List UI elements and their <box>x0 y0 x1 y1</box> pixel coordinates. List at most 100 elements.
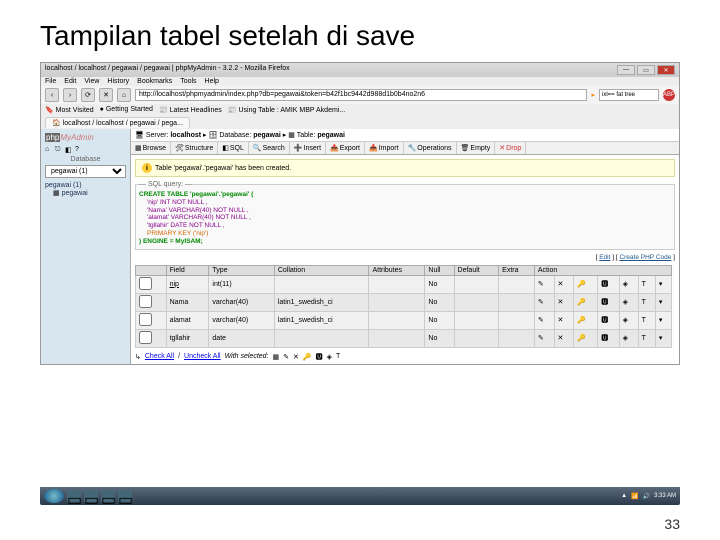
check-all-link[interactable]: Check All <box>145 353 174 360</box>
browser-tab[interactable]: 🏠 localhost / localhost / pegawai / pega… <box>45 117 190 128</box>
url-bar[interactable]: http://localhost/phpmyadmin/index.php?db… <box>135 89 587 101</box>
menu-tools[interactable]: Tools <box>180 78 196 85</box>
bookmark-getting-started[interactable]: ● Getting Started <box>100 106 153 114</box>
forward-button[interactable]: › <box>63 88 77 102</box>
menubar: File Edit View History Bookmarks Tools H… <box>41 77 679 86</box>
exit-icon[interactable]: ⎋ <box>55 146 63 154</box>
sql-icon[interactable]: ◧ <box>65 146 73 154</box>
more-icon[interactable]: ▾ <box>655 329 671 347</box>
sel-index-icon[interactable]: ◈ <box>327 353 332 361</box>
database-label: Database <box>45 156 126 163</box>
maximize-button[interactable]: ▭ <box>637 65 655 75</box>
drop-icon[interactable]: ✕ <box>554 293 574 311</box>
tab-search[interactable]: 🔍Search <box>249 142 290 154</box>
tab-export[interactable]: 📤Export <box>326 142 365 154</box>
index-icon[interactable]: ◈ <box>619 311 638 329</box>
menu-edit[interactable]: Edit <box>64 78 76 85</box>
row-checkbox[interactable] <box>139 331 152 344</box>
table-row: nip int(11) No ✎✕🔑🆄◈T▾ <box>136 275 672 293</box>
tab-sql[interactable]: ◧SQL <box>218 142 249 154</box>
index-icon[interactable]: ◈ <box>619 275 638 293</box>
db-link[interactable]: pegawai (1) <box>45 182 82 189</box>
abp-icon[interactable]: ABP <box>663 89 675 101</box>
primary-icon[interactable]: 🔑 <box>574 275 598 293</box>
home-icon[interactable]: ⌂ <box>45 146 53 154</box>
unique-icon[interactable]: 🆄 <box>598 293 619 311</box>
fulltext-icon[interactable]: T <box>638 275 655 293</box>
tab-drop[interactable]: ✕Drop <box>495 142 526 154</box>
docs-icon[interactable]: ? <box>75 146 83 154</box>
fulltext-icon[interactable]: T <box>638 329 655 347</box>
edit-icon[interactable]: ✎ <box>534 293 554 311</box>
edit-icon[interactable]: ✎ <box>534 311 554 329</box>
volume-icon[interactable]: 🔊 <box>643 493 650 500</box>
rss-icon[interactable]: ▸ <box>591 91 595 99</box>
more-icon[interactable]: ▾ <box>655 293 671 311</box>
sel-drop-icon[interactable]: ✕ <box>293 353 299 361</box>
drop-icon[interactable]: ✕ <box>554 311 574 329</box>
more-icon[interactable]: ▾ <box>655 311 671 329</box>
menu-bookmarks[interactable]: Bookmarks <box>137 78 172 85</box>
index-icon[interactable]: ◈ <box>619 329 638 347</box>
taskbar-item[interactable]: ▭ <box>118 490 132 502</box>
close-button[interactable]: ✕ <box>657 65 675 75</box>
tray-icon[interactable]: ▲ <box>621 493 627 499</box>
database-select[interactable]: pegawai (1) <box>45 165 126 178</box>
tab-operations[interactable]: 🔧Operations <box>404 142 457 154</box>
edit-icon[interactable]: ✎ <box>534 275 554 293</box>
system-tray: ▲ 📶 🔊 3:33 AM <box>621 493 676 500</box>
tab-empty[interactable]: 🗑Empty <box>457 142 496 154</box>
unique-icon[interactable]: 🆄 <box>598 329 619 347</box>
unique-icon[interactable]: 🆄 <box>598 311 619 329</box>
bookmark-latest-headlines[interactable]: 📰 Latest Headlines <box>159 106 222 114</box>
taskbar-item[interactable]: ▭ <box>84 490 98 502</box>
uncheck-all-link[interactable]: Uncheck All <box>184 353 221 360</box>
menu-history[interactable]: History <box>107 78 129 85</box>
tab-import[interactable]: 📥Import <box>365 142 404 154</box>
minimize-button[interactable]: — <box>617 65 635 75</box>
more-icon[interactable]: ▾ <box>655 275 671 293</box>
sql-query-box: — SQL query: — CREATE TABLE 'pegawai'.'p… <box>135 181 675 250</box>
row-checkbox[interactable] <box>139 313 152 326</box>
primary-icon[interactable]: 🔑 <box>574 311 598 329</box>
edit-link[interactable]: Edit <box>599 254 610 261</box>
tab-structure[interactable]: 🛠Structure <box>171 142 218 154</box>
clock[interactable]: 3:33 AM <box>654 493 676 499</box>
row-checkbox[interactable] <box>139 277 152 290</box>
edit-icon[interactable]: ✎ <box>534 329 554 347</box>
back-button[interactable]: ‹ <box>45 88 59 102</box>
primary-icon[interactable]: 🔑 <box>574 329 598 347</box>
menu-file[interactable]: File <box>45 78 56 85</box>
tab-insert[interactable]: ➕Insert <box>290 142 326 154</box>
sel-browse-icon[interactable]: ▦ <box>273 353 280 361</box>
bookmark-most-visited[interactable]: 🔖 Most Visited <box>45 106 94 114</box>
sel-fulltext-icon[interactable]: T <box>336 353 340 360</box>
stop-button[interactable]: ✕ <box>99 88 113 102</box>
drop-icon[interactable]: ✕ <box>554 275 574 293</box>
primary-icon[interactable]: 🔑 <box>574 293 598 311</box>
nav-toolbar: ‹ › ⟳ ✕ ⌂ http://localhost/phpmyadmin/in… <box>41 86 679 104</box>
fulltext-icon[interactable]: T <box>638 311 655 329</box>
sel-primary-icon[interactable]: 🔑 <box>303 353 312 361</box>
network-icon[interactable]: 📶 <box>631 493 638 500</box>
row-checkbox[interactable] <box>139 295 152 308</box>
search-box[interactable]: ixl== fat tree <box>599 89 659 101</box>
unique-icon[interactable]: 🆄 <box>598 275 619 293</box>
index-icon[interactable]: ◈ <box>619 293 638 311</box>
create-php-link[interactable]: Create PHP Code <box>619 254 671 261</box>
start-button[interactable] <box>44 489 64 503</box>
taskbar-item[interactable]: ▭ <box>67 490 81 502</box>
reload-button[interactable]: ⟳ <box>81 88 95 102</box>
table-link[interactable]: pegawai <box>62 190 88 197</box>
fulltext-icon[interactable]: T <box>638 293 655 311</box>
taskbar-item[interactable]: ▭ <box>101 490 115 502</box>
tab-browse[interactable]: ▦Browse <box>131 142 171 154</box>
sel-edit-icon[interactable]: ✎ <box>283 353 289 361</box>
menu-view[interactable]: View <box>84 78 99 85</box>
bookmark-using-table[interactable]: 📰 Using Table : AMIK MBP Akdemi... <box>228 106 345 114</box>
home-button[interactable]: ⌂ <box>117 88 131 102</box>
menu-help[interactable]: Help <box>205 78 219 85</box>
table-row: tgllahir date No ✎✕🔑🆄◈T▾ <box>136 329 672 347</box>
drop-icon[interactable]: ✕ <box>554 329 574 347</box>
sel-unique-icon[interactable]: 🆄 <box>316 352 323 362</box>
